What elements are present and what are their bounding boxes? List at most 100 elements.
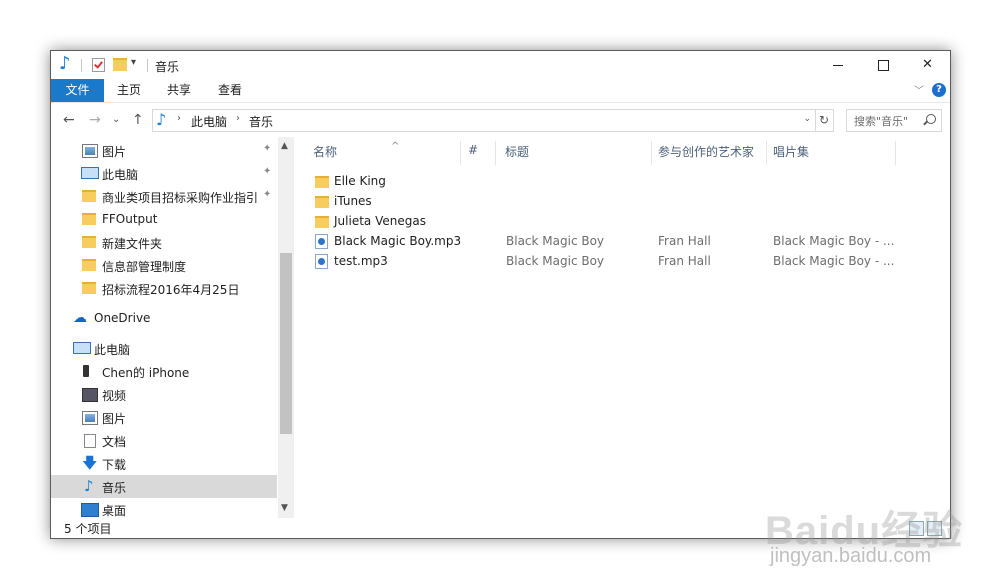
refresh-icon[interactable]: ↻ (815, 109, 834, 132)
nav-item-desktop[interactable]: 桌面 (51, 498, 277, 518)
column-header-title[interactable]: 标题 (505, 143, 645, 165)
computer-icon (81, 167, 99, 179)
nav-item-folder[interactable]: 商业类项目招标采购作业指引 ✦ (51, 185, 277, 208)
pin-icon[interactable]: ✦ (263, 143, 271, 154)
nav-scrollbar[interactable]: ▲ ▼ (278, 137, 294, 518)
forward-arrow-icon[interactable]: → (89, 112, 101, 128)
expand-ribbon-icon[interactable]: ﹀ (914, 82, 924, 97)
breadcrumb-music[interactable]: 音乐 (249, 113, 273, 130)
tab-view[interactable]: 查看 (208, 79, 252, 102)
nav-item-folder[interactable]: 信息部管理制度 (51, 254, 277, 277)
up-arrow-icon[interactable]: ↑ (132, 112, 144, 128)
nav-item-label: 桌面 (102, 504, 127, 518)
nav-item-iphone[interactable]: Chen的 iPhone (51, 360, 277, 383)
back-arrow-icon[interactable]: ← (63, 112, 75, 128)
item-count: 5 个项目 (64, 522, 112, 536)
new-folder-icon[interactable] (113, 58, 127, 71)
scroll-thumb[interactable] (280, 253, 292, 434)
search-placeholder: 搜索"音乐" (854, 115, 909, 128)
nav-item-documents[interactable]: 文档 (51, 429, 277, 452)
nav-item-label: 视频 (102, 389, 127, 403)
desktop-icon (81, 503, 99, 517)
file-name: Elle King (334, 174, 386, 188)
search-input[interactable]: 搜索"音乐" (846, 109, 942, 132)
separator (147, 59, 148, 72)
column-header-name[interactable]: ^ 名称 (313, 141, 461, 165)
help-icon[interactable]: ? (932, 83, 946, 97)
nav-item-videos[interactable]: 视频 (51, 383, 277, 406)
file-row-folder[interactable]: Elle King (313, 172, 913, 192)
nav-item-pictures[interactable]: 图片 (51, 406, 277, 429)
sort-ascending-icon: ^ (391, 141, 400, 152)
close-button[interactable]: ✕ (905, 51, 950, 79)
nav-item-pictures[interactable]: 图片 ✦ (51, 139, 277, 162)
minimize-button[interactable] (816, 51, 861, 79)
file-row-folder[interactable]: Julieta Venegas (313, 212, 913, 232)
folder-icon (315, 216, 329, 228)
nav-item-folder[interactable]: FFOutput (51, 208, 277, 231)
nav-item-label: 商业类项目招标采购作业指引 (102, 191, 259, 205)
column-header-number[interactable]: # (468, 143, 498, 165)
nav-item-label: 音乐 (102, 481, 127, 495)
breadcrumb-chevron-icon[interactable]: › (236, 113, 240, 124)
file-name: Julieta Venegas (334, 214, 426, 228)
audio-file-icon (315, 254, 328, 269)
nav-item-downloads[interactable]: 🡇 下载 (51, 452, 277, 475)
nav-item-label: 图片 (102, 145, 127, 159)
breadcrumb-chevron-icon[interactable]: › (177, 113, 181, 124)
maximize-button[interactable] (861, 51, 906, 79)
pin-icon[interactable]: ✦ (263, 166, 271, 177)
pin-icon[interactable]: ✦ (263, 189, 271, 200)
nav-item-onedrive[interactable]: ☁ OneDrive (51, 307, 277, 330)
onedrive-cloud-icon: ☁ (73, 310, 87, 326)
folder-icon (82, 259, 96, 271)
column-header-album[interactable]: 唱片集 (773, 143, 883, 165)
column-divider[interactable] (651, 141, 652, 165)
file-row-mp3[interactable]: test.mp3 Black Magic Boy Fran Hall Black… (313, 252, 913, 272)
tab-file[interactable]: 文件 (51, 79, 104, 102)
nav-item-label: 信息部管理制度 (102, 260, 187, 274)
quick-access-dropdown-icon[interactable]: ▾ (131, 57, 136, 68)
recent-locations-icon[interactable]: ⌄ (112, 112, 120, 128)
column-header-artist[interactable]: 参与创作的艺术家 (658, 143, 768, 165)
scroll-down-icon[interactable]: ▼ (281, 503, 288, 513)
iphone-icon (83, 365, 89, 377)
file-artist: Fran Hall (658, 254, 711, 268)
scroll-up-icon[interactable]: ▲ (281, 141, 288, 151)
column-divider[interactable] (766, 141, 767, 165)
explorer-window: ♪ ▾ 音乐 ✕ 文件 主页 共享 查看 ﹀ ? ← → ⌄ ↑ ♪ › 此电脑… (50, 50, 951, 539)
column-divider[interactable] (495, 141, 496, 165)
file-name: test.mp3 (334, 254, 388, 268)
nav-item-folder[interactable]: 新建文件夹 (51, 231, 277, 254)
ribbon-tabs: 文件 主页 共享 查看 ﹀ ? (51, 79, 950, 102)
separator (81, 59, 82, 72)
properties-icon[interactable] (92, 58, 105, 72)
address-bar[interactable]: ♪ › 此电脑 › 音乐 ⌄ (152, 109, 816, 132)
folder-icon (315, 176, 329, 188)
folder-icon (82, 282, 96, 294)
column-divider[interactable] (460, 141, 461, 165)
nav-item-this-pc-pinned[interactable]: 此电脑 ✦ (51, 162, 277, 185)
nav-item-label: OneDrive (94, 311, 151, 325)
file-title: Black Magic Boy (506, 254, 605, 268)
nav-item-label: 此电脑 (94, 343, 131, 357)
file-row-folder[interactable]: iTunes (313, 192, 913, 212)
file-row-mp3[interactable]: Black Magic Boy.mp3 Black Magic Boy Fran… (313, 232, 913, 252)
breadcrumb-this-pc[interactable]: 此电脑 (191, 113, 227, 130)
nav-item-folder[interactable]: 招标流程2016年4月25日 (51, 277, 277, 300)
tab-share[interactable]: 共享 (157, 79, 201, 102)
file-title: Black Magic Boy (506, 234, 605, 248)
column-divider[interactable] (895, 141, 896, 165)
nav-item-this-pc[interactable]: 此电脑 (51, 337, 277, 360)
tab-home[interactable]: 主页 (107, 79, 151, 102)
pictures-icon (82, 411, 98, 425)
music-folder-icon: ♪ (156, 110, 167, 129)
file-album: Black Magic Boy - ... (773, 234, 895, 248)
file-name: Black Magic Boy.mp3 (334, 234, 462, 248)
nav-item-music[interactable]: ♪ 音乐 (51, 475, 277, 498)
address-dropdown-icon[interactable]: ⌄ (803, 114, 811, 124)
music-icon: ♪ (84, 477, 94, 495)
documents-icon (84, 434, 96, 448)
search-icon[interactable] (926, 114, 936, 124)
folder-icon (82, 190, 96, 202)
